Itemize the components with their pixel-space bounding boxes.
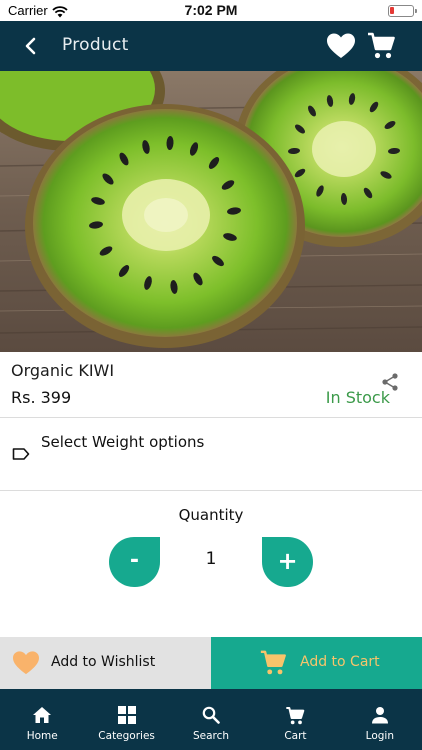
status-bar: Carrier 7:02 PM (0, 0, 422, 21)
stock-status: In Stock (325, 388, 390, 407)
quantity-title: Quantity (178, 506, 244, 524)
wishlist-label: Add to Wishlist (51, 654, 156, 670)
search-icon (202, 706, 220, 724)
nav-item-cart[interactable]: Cart (253, 689, 337, 750)
add-to-cart-button[interactable]: Add to Cart (211, 637, 422, 689)
cart-icon (286, 707, 305, 725)
weight-options-label: Select Weight options (41, 433, 205, 451)
nav-item-login[interactable]: Login (338, 689, 422, 750)
decrement-button[interactable]: - (109, 537, 160, 587)
status-time: 7:02 PM (184, 2, 238, 18)
action-bar: Add to Wishlist Add to Cart (0, 637, 422, 689)
person-icon (371, 707, 388, 724)
back-arrow-icon[interactable] (18, 33, 44, 59)
nav-item-home[interactable]: Home (0, 689, 84, 750)
nav-item-categories[interactable]: Categories (84, 689, 168, 750)
bottom-nav: Home Categories Search Cart Login (0, 689, 422, 750)
nav-item-search[interactable]: Search (169, 689, 253, 750)
page-title: Product (62, 35, 129, 55)
nav-label-home: Home (26, 730, 58, 742)
add-to-wishlist-button[interactable]: Add to Wishlist (0, 637, 211, 689)
product-price: Rs. 399 (11, 388, 72, 407)
product-image (0, 71, 422, 352)
nav-label-login: Login (365, 730, 394, 742)
tag-icon (12, 446, 30, 460)
product-info: Organic KIWI Rs. 399 In Stock (0, 352, 422, 418)
weight-options-row[interactable]: Select Weight options (0, 419, 422, 491)
heart-icon (12, 650, 40, 676)
nav-label-search: Search (192, 730, 230, 742)
battery-icon (388, 5, 417, 17)
quantity-value: 1 (205, 549, 217, 569)
add-to-cart-label: Add to Cart (300, 654, 380, 670)
nav-label-categories: Categories (98, 730, 155, 742)
cart-icon (259, 649, 287, 677)
cart-icon[interactable] (366, 31, 396, 61)
nav-label-cart: Cart (284, 730, 307, 742)
grid-icon (117, 706, 136, 724)
home-icon (33, 707, 52, 723)
heart-icon[interactable] (326, 32, 356, 60)
product-name: Organic KIWI (11, 361, 115, 380)
increment-button[interactable]: + (262, 537, 313, 587)
app-bar: Product (0, 21, 422, 71)
